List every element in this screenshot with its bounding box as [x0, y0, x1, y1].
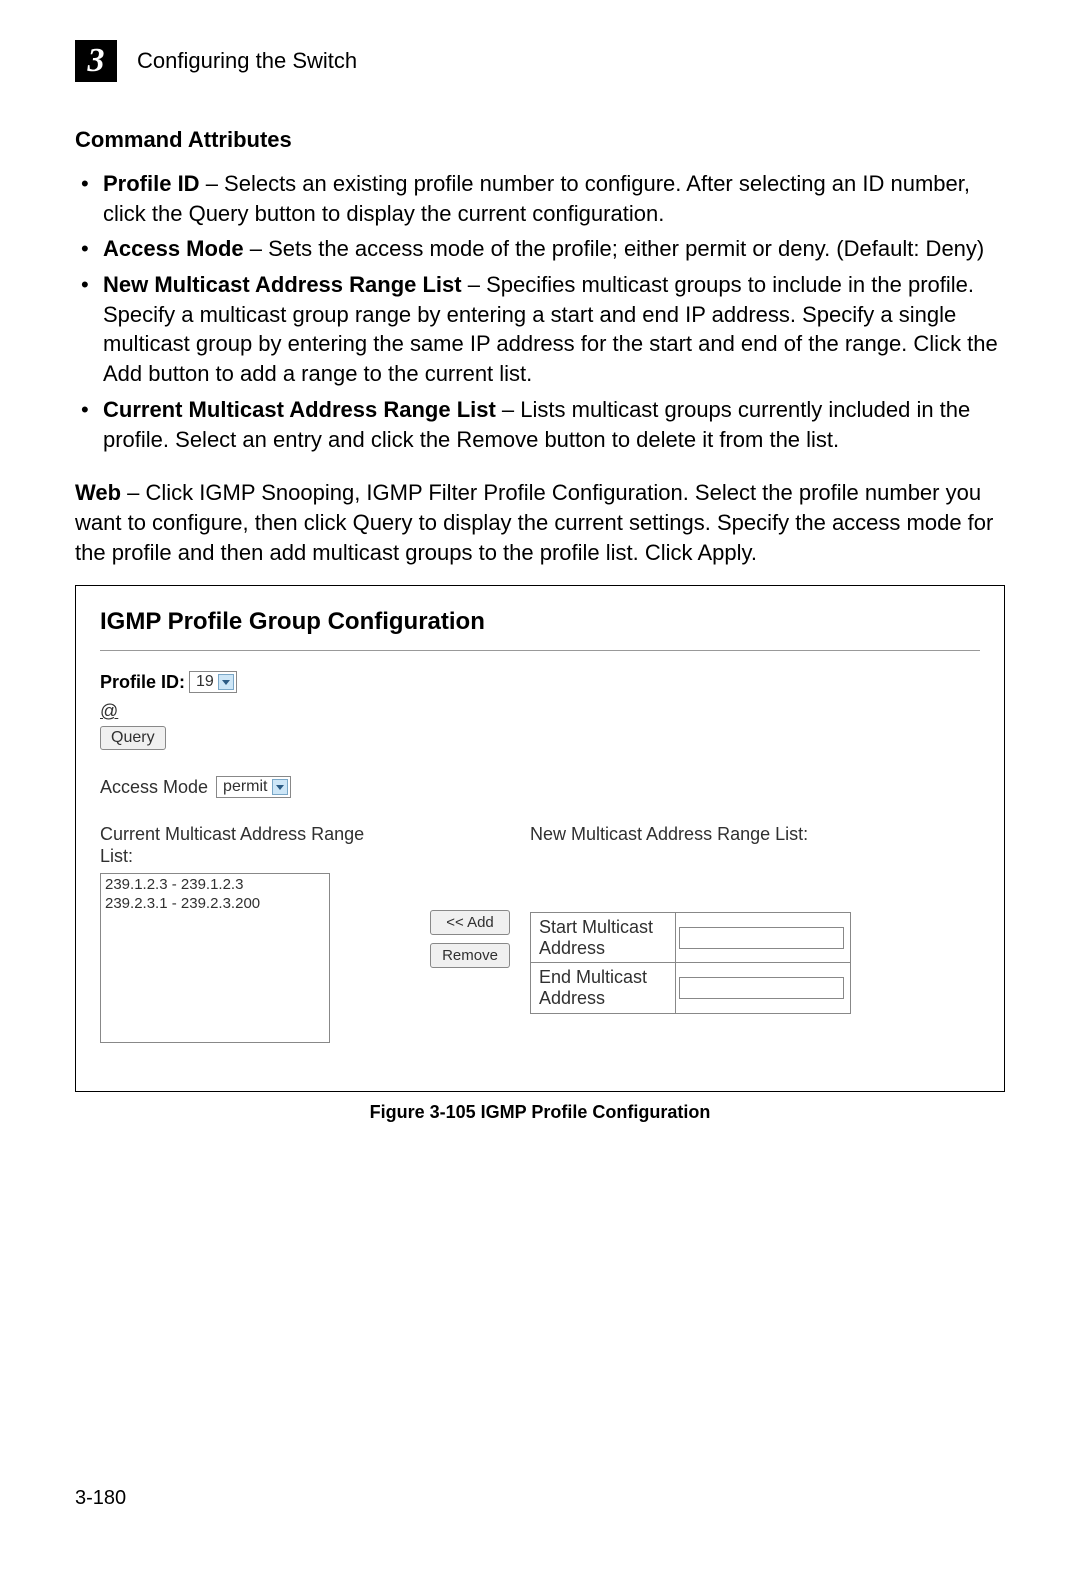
- address-input-table: Start Multicast Address End Multicast Ad…: [530, 912, 851, 1014]
- table-row: Start Multicast Address: [531, 912, 851, 962]
- access-mode-select[interactable]: permit: [216, 776, 290, 798]
- list-item: New Multicast Address Range List – Speci…: [103, 270, 1005, 389]
- web-desc: – Click IGMP Snooping, IGMP Filter Profi…: [75, 480, 993, 564]
- divider: [100, 650, 980, 651]
- current-range-column: Current Multicast Address Range List: 23…: [100, 824, 400, 1043]
- attr-label: Current Multicast Address Range List: [103, 397, 496, 422]
- access-mode-label: Access Mode: [100, 777, 208, 798]
- attr-label: Profile ID: [103, 171, 200, 196]
- list-item[interactable]: 239.2.3.1 - 239.2.3.200: [105, 895, 325, 914]
- profile-id-select[interactable]: 19: [189, 671, 237, 693]
- end-address-input[interactable]: [679, 977, 844, 999]
- list-item: Access Mode – Sets the access mode of th…: [103, 234, 1005, 264]
- profile-id-block: Profile ID: 19 @ Query: [100, 671, 980, 750]
- at-symbol-icon: @: [100, 701, 118, 722]
- screenshot-title: IGMP Profile Group Configuration: [100, 608, 980, 642]
- attr-desc: – Sets the access mode of the profile; e…: [244, 236, 985, 261]
- chapter-badge: 3: [75, 40, 117, 82]
- current-range-label: Current Multicast Address Range List:: [100, 824, 400, 867]
- screenshot-figure: IGMP Profile Group Configuration Profile…: [75, 585, 1005, 1092]
- range-columns: Current Multicast Address Range List: 23…: [100, 824, 980, 1043]
- access-mode-value: permit: [223, 778, 267, 796]
- add-button[interactable]: << Add: [430, 910, 510, 935]
- web-label: Web: [75, 480, 121, 505]
- list-item[interactable]: 239.1.2.3 - 239.1.2.3: [105, 876, 325, 895]
- new-range-label: New Multicast Address Range List:: [530, 824, 980, 846]
- chevron-down-icon: [272, 779, 288, 795]
- profile-id-value: 19: [196, 673, 214, 691]
- section-heading: Command Attributes: [75, 127, 1005, 153]
- access-mode-row: Access Mode permit: [100, 776, 980, 798]
- remove-button[interactable]: Remove: [430, 943, 510, 968]
- attr-label: Access Mode: [103, 236, 244, 261]
- attr-desc: – Selects an existing profile number to …: [103, 171, 970, 226]
- chapter-number: 3: [88, 42, 105, 80]
- button-column: << Add Remove: [400, 824, 510, 968]
- query-button[interactable]: Query: [100, 726, 166, 750]
- table-row: End Multicast Address: [531, 963, 851, 1013]
- start-address-label: Start Multicast Address: [531, 912, 676, 962]
- chapter-title: Configuring the Switch: [137, 48, 357, 74]
- attr-label: New Multicast Address Range List: [103, 272, 462, 297]
- page-number: 3-180: [75, 1487, 126, 1510]
- web-paragraph: Web – Click IGMP Snooping, IGMP Filter P…: [75, 478, 1005, 567]
- list-item: Profile ID – Selects an existing profile…: [103, 169, 1005, 228]
- attribute-list: Profile ID – Selects an existing profile…: [103, 169, 1005, 454]
- chevron-down-icon: [218, 674, 234, 690]
- start-address-cell: [676, 912, 851, 962]
- end-address-label: End Multicast Address: [531, 963, 676, 1013]
- profile-id-label: Profile ID:: [100, 672, 185, 693]
- profile-id-row: Profile ID: 19: [100, 671, 980, 693]
- start-address-input[interactable]: [679, 927, 844, 949]
- figure-caption: Figure 3-105 IGMP Profile Configuration: [75, 1102, 1005, 1123]
- end-address-cell: [676, 963, 851, 1013]
- current-range-listbox[interactable]: 239.1.2.3 - 239.1.2.3 239.2.3.1 - 239.2.…: [100, 873, 330, 1043]
- page-header: 3 Configuring the Switch: [75, 40, 1005, 82]
- list-item: Current Multicast Address Range List – L…: [103, 395, 1005, 454]
- new-range-column: New Multicast Address Range List: Start …: [530, 824, 980, 1013]
